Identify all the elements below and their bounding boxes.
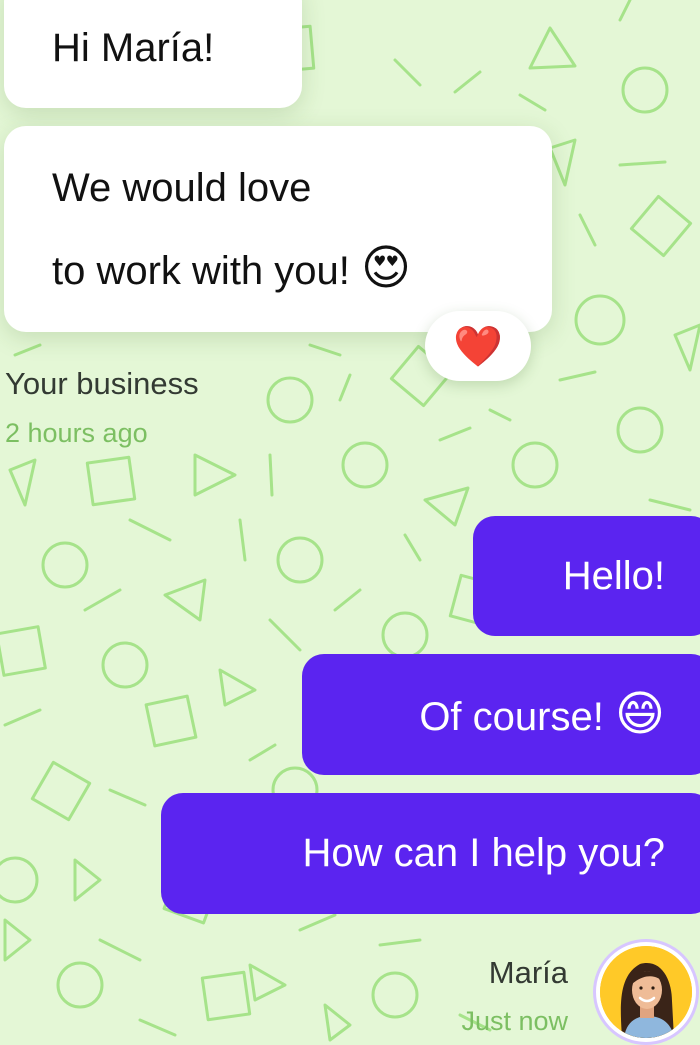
- avatar-portrait-icon: [600, 946, 692, 1038]
- outgoing-timestamp: Just now: [461, 1006, 568, 1036]
- outgoing-message-how-can-i-help[interactable]: How can I help you?: [161, 793, 700, 914]
- incoming-sender-name: Your business: [5, 366, 199, 401]
- incoming-message-greeting[interactable]: Hi María!: [4, 0, 302, 108]
- reaction-badge[interactable]: ❤️: [425, 311, 531, 381]
- message-text: Hi María!: [52, 26, 215, 70]
- message-text: Hello!: [562, 554, 665, 598]
- heart-eyes-emoji-icon: 😍: [361, 240, 412, 296]
- message-text-line-1: We would love: [52, 166, 312, 210]
- message-text-line-2: to work with you! 😍: [52, 228, 552, 311]
- message-text: Of course!: [419, 695, 604, 739]
- red-heart-emoji-icon: ❤️: [453, 323, 503, 370]
- incoming-timestamp: 2 hours ago: [5, 418, 148, 448]
- outgoing-message-hello[interactable]: Hello!: [473, 516, 700, 636]
- message-text: How can I help you?: [302, 831, 665, 875]
- outgoing-message-of-course[interactable]: Of course! 😄: [302, 654, 700, 775]
- grinning-emoji-icon: 😄: [614, 686, 665, 742]
- message-text: to work with you!: [52, 249, 350, 293]
- incoming-message-love-to-work[interactable]: We would love to work with you! 😍: [4, 126, 552, 332]
- user-avatar[interactable]: [596, 942, 696, 1042]
- outgoing-sender-name: María: [488, 955, 568, 990]
